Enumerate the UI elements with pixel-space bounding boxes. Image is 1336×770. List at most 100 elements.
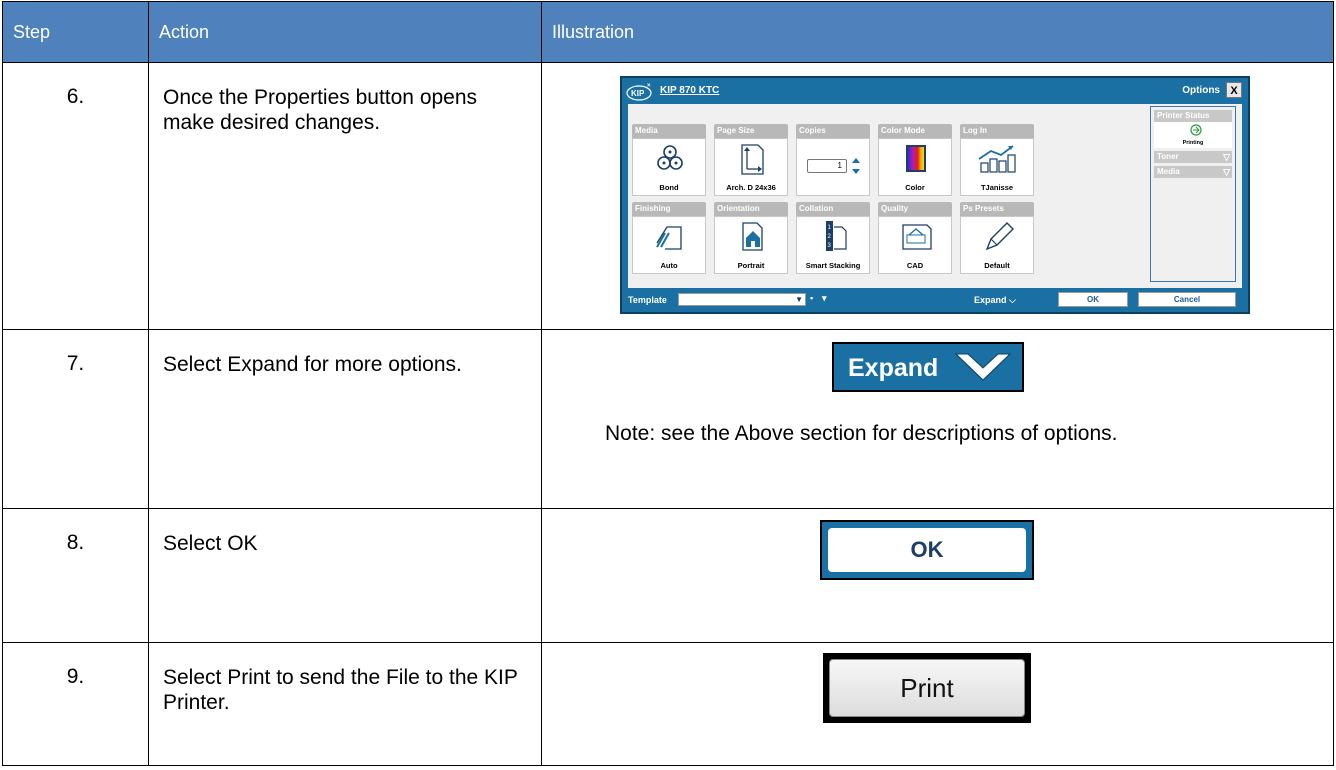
media-row[interactable]: Media ▽ [1154, 166, 1232, 178]
tile-value: Auto [660, 261, 678, 270]
step-number: 9. [2, 642, 149, 766]
expand-button-label: Expand [848, 354, 939, 382]
login-chart-icon [978, 145, 1016, 173]
tile-value: TJanisse [980, 183, 1014, 192]
header-step: Step [2, 1, 149, 63]
svg-text:KIP: KIP [631, 89, 645, 98]
kip-printer-link[interactable]: KIP 870 KTC [660, 85, 719, 96]
chevron-down-icon: ▽ [1223, 167, 1230, 177]
tile-orientation[interactable]: Orientation Portrait [714, 202, 788, 274]
print-button[interactable]: Print [823, 653, 1031, 723]
expand-label: Expand [974, 295, 1007, 305]
steps-table: Step Action Illustration 6. Once the Pro… [2, 1, 1334, 766]
table-header-row: Step Action Illustration [2, 1, 1334, 63]
kip-footer: Template ▼ ▪ ▾ Expand ⌵ OK Cancel [626, 291, 1244, 309]
finishing-icon [656, 226, 682, 250]
svg-text:×: × [647, 83, 651, 89]
tile-head: Copies [796, 124, 870, 138]
collation-icon: 1 2 3 [826, 221, 847, 251]
ok-button[interactable]: OK [1058, 292, 1128, 307]
kip-logo-icon: KIP × [626, 83, 652, 101]
tile-head: Page Size [714, 124, 788, 138]
header-illustration: Illustration [541, 1, 1334, 63]
toner-row[interactable]: Toner ▽ [1154, 151, 1232, 163]
media-label: Media [1157, 167, 1180, 176]
printer-status-box: Printing [1154, 122, 1232, 148]
dropdown-arrow-icon: ▼ [795, 295, 803, 304]
options-label: Options [1182, 85, 1220, 96]
tile-value: Bond [659, 183, 679, 192]
step-number: 6. [2, 62, 149, 330]
expand-link[interactable]: Expand ⌵ [974, 295, 1016, 306]
action-text: Select Print to send the File to the KIP… [148, 642, 542, 766]
table-row: 9. Select Print to send the File to the … [2, 642, 1334, 766]
ok-button-label: OK [828, 528, 1026, 572]
media-rolls-icon [657, 145, 683, 170]
table-row: 6. Once the Properties button opens make… [2, 62, 1334, 330]
printer-status-panel: Printer Status Printing Toner ▽ Media ▽ [1150, 106, 1236, 282]
action-text: Select Expand for more options. [148, 329, 542, 509]
tile-color-mode[interactable]: Color Mode Color [878, 124, 952, 196]
chevron-down-icon: ⌵ [1009, 295, 1016, 305]
quality-icon [902, 224, 932, 250]
tile-media[interactable]: Media Bond [632, 124, 706, 196]
chevron-down-icon: ▽ [1223, 152, 1230, 162]
illustration-cell: OK [541, 508, 1334, 643]
table-row: 8. Select OK OK [2, 508, 1334, 643]
color-mode-icon [906, 145, 926, 172]
save-icon[interactable]: ▪ [810, 293, 820, 305]
header-action: Action [148, 1, 542, 63]
pen-icon [985, 222, 1014, 251]
illustration-cell: Expand Note: see the Above section for d… [541, 329, 1334, 509]
copies-input[interactable]: 1 [807, 159, 847, 173]
kip-body: Media Bond Page Size Arch. D 24x36 Copie… [628, 104, 1242, 288]
illustration-cell: KIP × KIP 870 KTC Options X Media Bond P… [541, 62, 1334, 330]
copies-stepper-icon[interactable] [851, 157, 861, 175]
tile-value: Arch. D 24x36 [726, 183, 776, 192]
printing-label: Printing [1182, 140, 1204, 146]
tile-copies[interactable]: Copies 1 [796, 124, 870, 196]
expand-button[interactable]: Expand [832, 342, 1024, 392]
delete-icon[interactable]: ▾ [822, 293, 832, 305]
tile-value: Smart Stacking [805, 261, 861, 270]
illustration-cell: Print [541, 642, 1334, 766]
template-select[interactable]: ▼ [678, 293, 806, 306]
close-button[interactable]: X [1226, 82, 1242, 98]
kip-dialog: KIP × KIP 870 KTC Options X Media Bond P… [620, 76, 1250, 314]
tile-ps-presets[interactable]: Ps Presets Default [960, 202, 1034, 274]
tile-page-size[interactable]: Page Size Arch. D 24x36 [714, 124, 788, 196]
tile-head: Ps Presets [960, 202, 1034, 216]
step-number: 7. [2, 329, 149, 509]
page-size-icon [741, 144, 764, 175]
chevron-down-icon [954, 353, 1012, 381]
step-number: 8. [2, 508, 149, 643]
tile-head: Quality [878, 202, 952, 216]
table-row: 7. Select Expand for more options. Expan… [2, 329, 1334, 509]
tile-value: Portrait [737, 261, 765, 270]
action-text: Select OK [148, 508, 542, 643]
ok-button-illustration[interactable]: OK [820, 520, 1034, 580]
tile-quality[interactable]: Quality CAD [878, 202, 952, 274]
house-icon [742, 222, 763, 251]
tile-head: Media [632, 124, 706, 138]
tile-head: Orientation [714, 202, 788, 216]
tile-value: Default [984, 261, 1010, 270]
tile-head: Log In [960, 124, 1034, 138]
print-button-label: Print [829, 659, 1025, 717]
template-label: Template [628, 295, 667, 305]
tile-head: Color Mode [878, 124, 952, 138]
action-text: Once the Properties button opens make de… [148, 62, 542, 330]
tile-head: Collation [796, 202, 870, 216]
tile-head: Finishing [632, 202, 706, 216]
cancel-button[interactable]: Cancel [1138, 292, 1236, 307]
kip-title-bar: KIP × KIP 870 KTC Options X [626, 81, 1244, 103]
tile-collation[interactable]: Collation 1 2 3 Smart Stacking [796, 202, 870, 274]
printing-status-icon [1190, 124, 1202, 136]
printer-status-head: Printer Status [1154, 110, 1232, 122]
toner-label: Toner [1157, 152, 1179, 161]
tile-value: CAD [906, 261, 924, 270]
tile-log-in[interactable]: Log In TJanisse [960, 124, 1034, 196]
options-note: Note: see the Above section for descript… [605, 422, 1118, 445]
tile-value: Color [905, 183, 925, 192]
tile-finishing[interactable]: Finishing Auto [632, 202, 706, 274]
